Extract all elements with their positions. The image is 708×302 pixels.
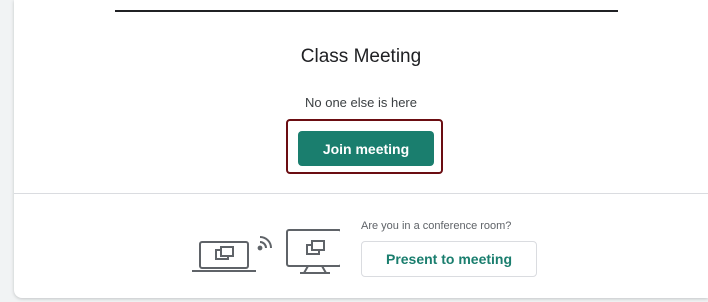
display-icon [286,229,340,274]
meeting-status-text: No one else is here [304,95,417,110]
conference-room-question: Are you in a conference room? [361,220,512,232]
section-divider [14,193,708,194]
meeting-title: Class Meeting [300,46,422,67]
meeting-card: Class Meeting No one else is here Join m… [14,0,708,298]
cast-signal-icon [257,236,272,251]
top-divider [115,10,618,12]
laptop-cast-to-display-icon [192,229,340,274]
present-to-meeting-button[interactable]: Present to meeting [361,241,537,277]
join-meeting-button[interactable]: Join meeting [298,131,434,166]
laptop-icon [192,241,256,272]
